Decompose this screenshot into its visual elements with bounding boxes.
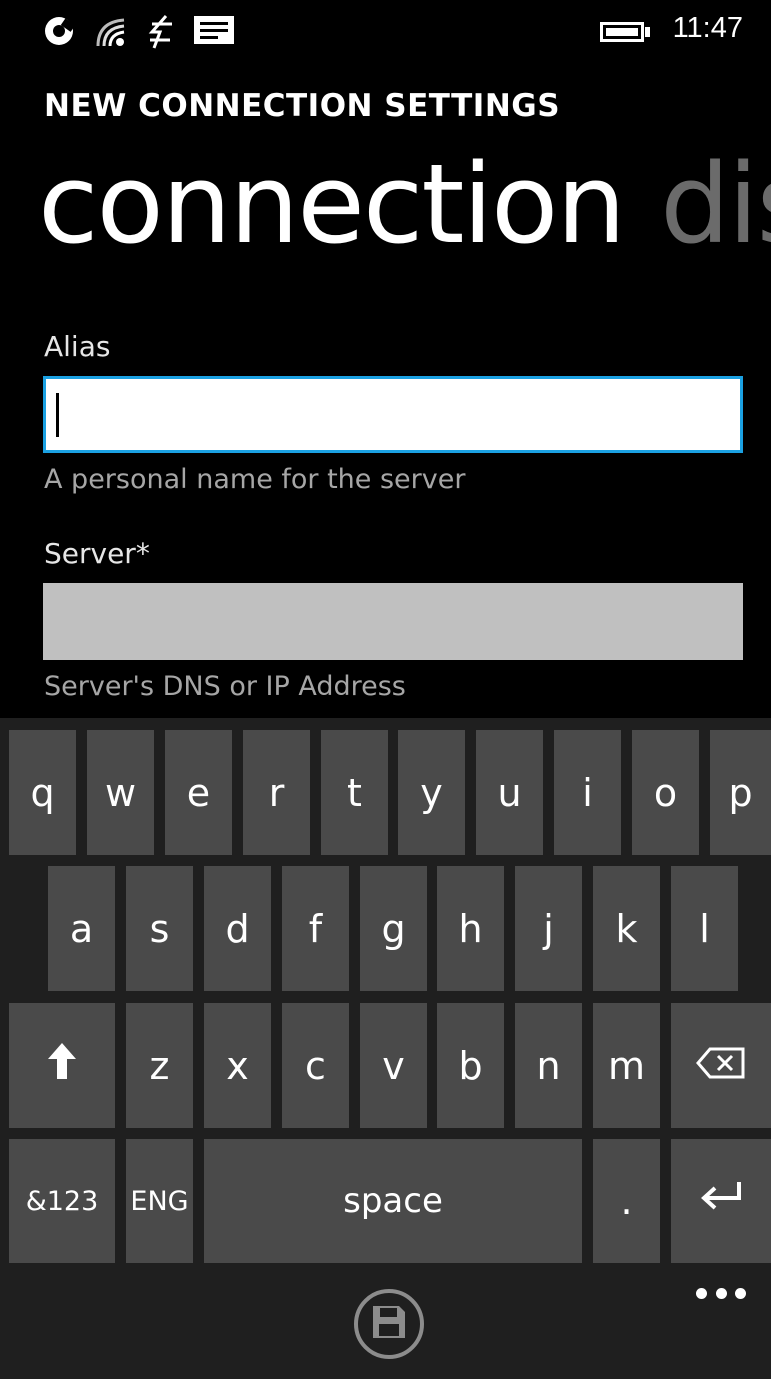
key-e[interactable]: e <box>165 730 232 855</box>
key-b[interactable]: b <box>437 1003 504 1128</box>
app-title: NEW CONNECTION SETTINGS <box>44 88 561 124</box>
backspace-icon <box>696 1044 746 1088</box>
key-g[interactable]: g <box>360 866 427 991</box>
save-button[interactable] <box>354 1289 424 1359</box>
clock: 11:47 <box>672 12 743 44</box>
key-j[interactable]: j <box>515 866 582 991</box>
on-screen-keyboard: q w e r t y u i o p a s d f g h j k l z … <box>0 718 771 1263</box>
key-h[interactable]: h <box>437 866 504 991</box>
key-k[interactable]: k <box>593 866 660 991</box>
text-caret <box>56 393 59 437</box>
key-p[interactable]: p <box>710 730 771 855</box>
sync-icon <box>42 14 76 52</box>
shift-key[interactable] <box>9 1003 115 1128</box>
key-x[interactable]: x <box>204 1003 271 1128</box>
enter-arrow-icon <box>699 1179 743 1223</box>
key-y[interactable]: y <box>398 730 465 855</box>
key-c[interactable]: c <box>282 1003 349 1128</box>
battery-tip <box>645 27 650 37</box>
more-icon-dot <box>735 1287 746 1299</box>
key-v[interactable]: v <box>360 1003 427 1128</box>
pivot-header: connection dis <box>38 140 771 268</box>
key-w[interactable]: w <box>87 730 154 855</box>
alias-input[interactable] <box>46 379 740 450</box>
key-q[interactable]: q <box>9 730 76 855</box>
pivot-item-connection[interactable]: connection <box>38 140 626 268</box>
more-icon <box>696 1287 707 1299</box>
key-o[interactable]: o <box>632 730 699 855</box>
language-key[interactable]: ENG <box>126 1139 193 1263</box>
battery-icon <box>600 22 644 42</box>
alias-label: Alias <box>44 330 111 363</box>
key-l[interactable]: l <box>671 866 738 991</box>
pivot-item-next[interactable]: dis <box>660 140 771 268</box>
status-bar: 11:47 <box>0 0 771 64</box>
phone-screen: 11:47 NEW CONNECTION SETTINGS connection… <box>0 0 771 1379</box>
more-icon-dot <box>715 1287 727 1299</box>
key-d[interactable]: d <box>204 866 271 991</box>
key-s[interactable]: s <box>126 866 193 991</box>
period-key[interactable]: . <box>593 1139 660 1263</box>
key-u[interactable]: u <box>476 730 543 855</box>
wifi-icon <box>94 14 130 54</box>
numbers-key[interactable]: &123 <box>9 1139 115 1263</box>
space-key[interactable]: space <box>204 1139 582 1263</box>
key-a[interactable]: a <box>48 866 115 991</box>
server-field[interactable] <box>43 583 747 662</box>
key-m[interactable]: m <box>593 1003 660 1128</box>
save-icon <box>371 1304 407 1344</box>
key-t[interactable]: t <box>321 730 388 855</box>
alias-field[interactable] <box>43 376 743 453</box>
server-input[interactable] <box>43 583 747 662</box>
data-icon <box>146 14 176 54</box>
shift-arrow-icon <box>46 1041 78 1090</box>
server-label: Server* <box>44 537 150 570</box>
backspace-key[interactable] <box>671 1003 771 1128</box>
server-hint: Server's DNS or IP Address <box>44 671 406 702</box>
key-r[interactable]: r <box>243 730 310 855</box>
key-n[interactable]: n <box>515 1003 582 1128</box>
enter-key[interactable] <box>671 1139 771 1263</box>
key-f[interactable]: f <box>282 866 349 991</box>
more-button[interactable] <box>696 1280 746 1306</box>
alias-hint: A personal name for the server <box>44 464 466 495</box>
key-z[interactable]: z <box>126 1003 193 1128</box>
key-i[interactable]: i <box>554 730 621 855</box>
message-icon <box>193 14 235 52</box>
